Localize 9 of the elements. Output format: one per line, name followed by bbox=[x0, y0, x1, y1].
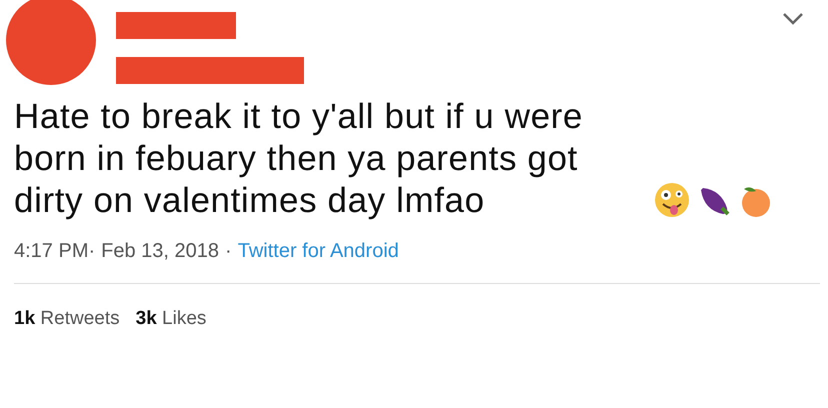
tweet-date: Feb 13, 2018 bbox=[101, 240, 220, 263]
source-link[interactable]: Twitter for Android bbox=[238, 240, 399, 263]
zany-face-icon bbox=[654, 182, 690, 218]
separator-dot: · bbox=[225, 240, 232, 263]
stat-count[interactable]: 3k Likes bbox=[136, 308, 206, 330]
tweet-text: Hate to break it to y'all but if u were born in febuary then ya parents got dirty on valentimes day lmfao bbox=[14, 96, 584, 222]
chevron-down-icon[interactable] bbox=[782, 12, 804, 26]
tweet-time: 4:17 PM· bbox=[14, 240, 96, 263]
stat-count[interactable]: 1k Retweets bbox=[14, 308, 120, 330]
